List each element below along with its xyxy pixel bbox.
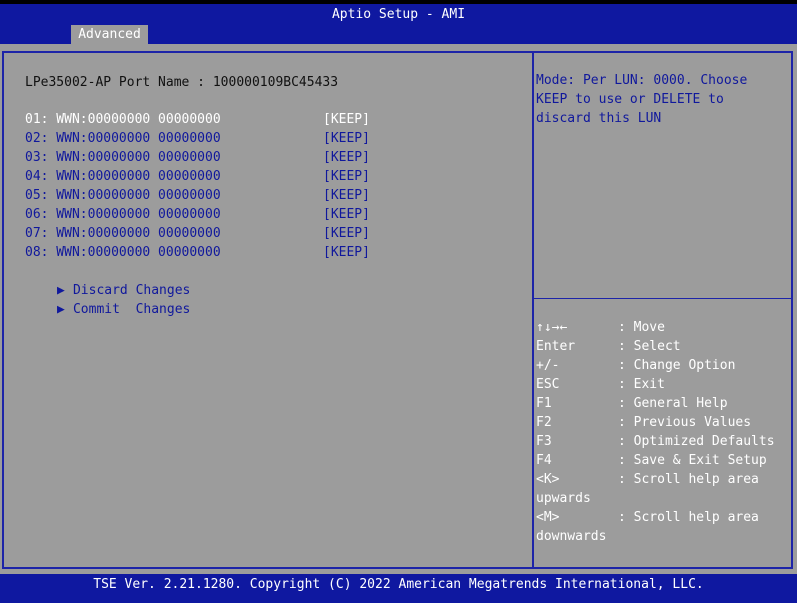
wwn-entry-label: 04: WWN:00000000 00000000 <box>25 169 221 184</box>
arrow-keys-icon: ↑↓→← <box>536 320 568 335</box>
wwn-entry-label: 02: WWN:00000000 00000000 <box>25 131 221 146</box>
wwn-entry-value[interactable]: [KEEP] <box>323 205 370 224</box>
wwn-entry-05[interactable]: 05: WWN:00000000 00000000 [KEEP] <box>25 186 525 205</box>
top-border <box>0 0 797 4</box>
wwn-entry-label: 07: WWN:00000000 00000000 <box>25 226 221 241</box>
wwn-entry-label: 08: WWN:00000000 00000000 <box>25 245 221 260</box>
key-name: F1 <box>536 396 552 411</box>
key-desc: : Previous Values <box>618 415 752 430</box>
help-text: Mode: Per LUN: 0000. Choose KEEP to use … <box>536 73 748 126</box>
wwn-entry-value[interactable]: [KEEP] <box>323 110 370 129</box>
wwn-entry-value[interactable]: [KEEP] <box>323 148 370 167</box>
wwn-entry-label: 01: WWN:00000000 00000000 <box>25 112 221 127</box>
key-desc: : Change Option <box>618 358 736 373</box>
key-name: <K> <box>536 472 560 487</box>
wwn-entry-label: 05: WWN:00000000 00000000 <box>25 188 221 203</box>
wwn-entry-02[interactable]: 02: WWN:00000000 00000000 [KEEP] <box>25 129 525 148</box>
keys-divider <box>534 298 791 299</box>
help-divider <box>532 53 534 567</box>
wwn-entry-value[interactable]: [KEEP] <box>323 186 370 205</box>
key-row-f2: F2 : Previous Values <box>536 413 791 432</box>
key-name: Enter <box>536 339 576 354</box>
commit-changes-submenu[interactable]: ▶ Commit Changes <box>10 281 310 338</box>
key-desc: : Scroll help area <box>618 472 759 487</box>
key-desc: : Select <box>618 339 681 354</box>
key-name: ESC <box>536 377 560 392</box>
key-name: F2 <box>536 415 552 430</box>
key-name: +/- <box>536 358 560 373</box>
port-name-label: LPe35002-AP Port Name : 100000109BC45433 <box>25 75 339 90</box>
tab-advanced[interactable]: Advanced <box>71 25 148 44</box>
wwn-entry-03[interactable]: 03: WWN:00000000 00000000 [KEEP] <box>25 148 525 167</box>
key-desc: : General Help <box>618 396 728 411</box>
window-title: Aptio Setup - AMI <box>331 7 466 22</box>
wwn-entry-label: 03: WWN:00000000 00000000 <box>25 150 221 165</box>
key-name: F3 <box>536 434 552 449</box>
key-row-enter: Enter : Select <box>536 337 791 356</box>
key-row-f1: F1 : General Help <box>536 394 791 413</box>
content-frame: LPe35002-AP Port Name : 100000109BC45433… <box>2 51 793 569</box>
key-name: F4 <box>536 453 552 468</box>
submenu-label: Commit Changes <box>72 302 191 317</box>
key-row-m: <M> : Scroll help area downwards <box>536 508 791 546</box>
footer-copyright: TSE Ver. 2.21.1280. Copyright (C) 2022 A… <box>0 575 797 597</box>
wwn-entry-06[interactable]: 06: WWN:00000000 00000000 [KEEP] <box>25 205 525 224</box>
key-legend: ↑↓→← : Move Enter : Select +/- : Change … <box>536 318 791 546</box>
wwn-entry-value[interactable]: [KEEP] <box>323 243 370 262</box>
wwn-entry-04[interactable]: 04: WWN:00000000 00000000 [KEEP] <box>25 167 525 186</box>
key-row-esc: ESC : Exit <box>536 375 791 394</box>
wwn-entry-08[interactable]: 08: WWN:00000000 00000000 [KEEP] <box>25 243 525 262</box>
key-row-plus-minus: +/- : Change Option <box>536 356 791 375</box>
wwn-entry-value[interactable]: [KEEP] <box>323 129 370 148</box>
key-row-k: <K> : Scroll help area upwards <box>536 470 791 508</box>
wwn-entry-value[interactable]: [KEEP] <box>323 167 370 186</box>
key-name: <M> <box>536 510 560 525</box>
key-row-f4: F4 : Save & Exit Setup <box>536 451 791 470</box>
main-panel: LPe35002-AP Port Name : 100000109BC45433… <box>0 44 797 574</box>
key-desc: : Move <box>618 320 665 335</box>
wwn-entry-label: 06: WWN:00000000 00000000 <box>25 207 221 222</box>
key-desc-wrap: upwards <box>536 491 591 506</box>
key-row-move: ↑↓→← : Move <box>536 318 791 337</box>
wwn-entry-07[interactable]: 07: WWN:00000000 00000000 [KEEP] <box>25 224 525 243</box>
wwn-entry-01[interactable]: 01: WWN:00000000 00000000 [KEEP] <box>25 110 525 129</box>
key-desc-wrap: downwards <box>536 529 607 544</box>
key-desc: : Optimized Defaults <box>618 434 775 449</box>
submenu-arrow-icon: ▶ <box>56 302 65 317</box>
key-desc: : Scroll help area <box>618 510 759 525</box>
key-desc: : Save & Exit Setup <box>618 453 767 468</box>
key-desc: : Exit <box>618 377 665 392</box>
wwn-entry-value[interactable]: [KEEP] <box>323 224 370 243</box>
key-row-f3: F3 : Optimized Defaults <box>536 432 791 451</box>
